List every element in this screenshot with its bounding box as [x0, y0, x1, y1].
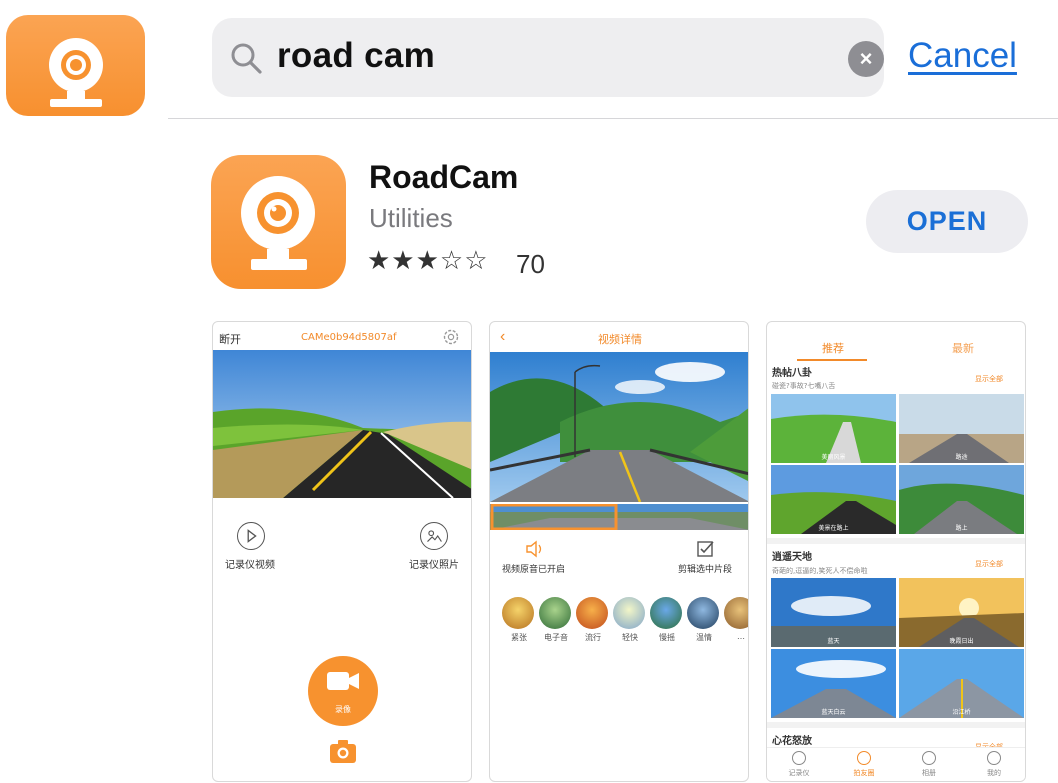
- section-title: 心花怒放: [772, 736, 812, 747]
- nav-label: 相册: [922, 769, 936, 777]
- nav-item-community[interactable]: 拍友圈: [844, 751, 884, 778]
- music-filter-list: 紧张 电子音 流行 轻快 慢摇 温情 …: [502, 597, 748, 647]
- connection-status: 断开: [219, 333, 241, 346]
- nav-item-album[interactable]: 相册: [909, 751, 949, 778]
- dashcam-video-button[interactable]: [237, 522, 265, 550]
- filter-item[interactable]: 轻快: [613, 597, 647, 647]
- tab-indicator: [797, 359, 867, 361]
- section-divider: [767, 538, 1025, 544]
- video-detail-title: 视频详情: [598, 333, 642, 346]
- section-title: 逍遥天地: [772, 552, 812, 563]
- user-icon: [987, 751, 1001, 765]
- record-label: 录像: [335, 705, 351, 714]
- device-id: CAMe0b94d5807af: [301, 332, 397, 343]
- filter-thumbnail: [613, 597, 645, 629]
- filter-thumbnail: [650, 597, 682, 629]
- nav-label: 记录仪: [788, 769, 810, 777]
- filter-item[interactable]: 温情: [687, 597, 721, 647]
- filter-thumbnail: [724, 597, 748, 629]
- dashcam-icon: [792, 751, 806, 765]
- filter-label: …: [737, 632, 745, 641]
- app-name[interactable]: RoadCam: [369, 159, 518, 196]
- timeline-strip[interactable]: [490, 504, 749, 530]
- post-tile[interactable]: 路上: [899, 465, 1024, 534]
- section-subtitle: 碰瓷?事故?七嘴八舌: [772, 382, 836, 390]
- checkbox-icon[interactable]: [694, 538, 716, 560]
- post-tile[interactable]: 美景在路上: [771, 465, 896, 534]
- image-icon: [427, 530, 442, 542]
- post-tile-label: 蓝天: [827, 638, 840, 645]
- filter-item[interactable]: 电子音: [539, 597, 573, 647]
- app-screenshot-1[interactable]: 断开 CAMe0b94d5807af 记录仪视频 记录仪照片 录像: [212, 321, 472, 782]
- camera-icon[interactable]: [329, 738, 357, 764]
- filter-item[interactable]: 流行: [576, 597, 610, 647]
- post-tile[interactable]: 美丽风景: [771, 394, 896, 463]
- app-category: Utilities: [369, 203, 453, 233]
- road-landscape-image: [213, 350, 471, 498]
- audio-status-label: 视频原音已开启: [502, 565, 566, 575]
- section-divider: [767, 722, 1025, 728]
- clip-selected-label: 剪辑选中片段: [678, 565, 733, 575]
- tab-latest[interactable]: 最新: [952, 340, 974, 356]
- webcam-icon: [241, 176, 315, 270]
- album-icon: [922, 751, 936, 765]
- post-tile-label: 美丽风景: [821, 454, 846, 461]
- search-icon: [231, 43, 262, 74]
- post-tile-label: 路上: [955, 525, 968, 532]
- post-tile[interactable]: 路途: [899, 394, 1024, 463]
- speaker-icon[interactable]: [523, 538, 545, 560]
- filter-thumbnail: [539, 597, 571, 629]
- filter-thumbnail: [502, 597, 534, 629]
- app-screenshot-3[interactable]: 推荐 最新 热帖八卦 碰瓷?事故?七嘴八舌 显示全部 美丽风景 路途 美景在路上: [766, 321, 1026, 782]
- post-tile-label: 路途: [955, 454, 968, 461]
- close-icon: ×: [859, 46, 873, 71]
- post-tile-label: 美景在路上: [818, 525, 849, 532]
- search-field[interactable]: road cam ×: [212, 18, 884, 97]
- search-query-text[interactable]: road cam: [277, 36, 435, 76]
- post-tile[interactable]: 晚霞日出: [899, 578, 1024, 647]
- clear-search-button[interactable]: ×: [848, 41, 884, 77]
- gear-icon: [443, 329, 459, 345]
- roadcam-app-icon[interactable]: [211, 155, 346, 289]
- roadcam-corner-app-icon: [6, 15, 145, 116]
- record-button[interactable]: 录像: [308, 656, 378, 726]
- dashcam-photo-label: 记录仪照片: [409, 560, 459, 571]
- post-tile-label: 沿江桥: [952, 709, 971, 716]
- post-tile[interactable]: 蓝天: [771, 578, 896, 647]
- open-button[interactable]: OPEN: [866, 190, 1028, 253]
- webcam-icon: [49, 38, 103, 107]
- mountain-road-image: [490, 352, 748, 502]
- dashcam-photo-button[interactable]: [420, 522, 448, 550]
- header-divider: [168, 118, 1058, 119]
- nav-label: 我的: [987, 769, 1001, 777]
- show-all-link[interactable]: 显示全部: [975, 374, 1003, 384]
- cancel-button[interactable]: Cancel: [908, 36, 1017, 76]
- post-tile[interactable]: 蓝天白云: [771, 649, 896, 718]
- nav-item-me[interactable]: 我的: [974, 751, 1014, 778]
- post-tile-label: 蓝天白云: [821, 709, 846, 716]
- filter-thumbnail: [687, 597, 719, 629]
- rating-count: 70: [516, 249, 545, 279]
- bottom-nav: 记录仪 拍友圈 相册 我的: [767, 747, 1025, 781]
- play-icon: [247, 529, 257, 543]
- video-camera-icon: [327, 672, 359, 690]
- filter-item[interactable]: …: [724, 597, 748, 647]
- post-tile-label: 晚霞日出: [949, 638, 974, 645]
- section-subtitle: 奇葩的,逗逼的,笑死人不偿命啦: [772, 567, 868, 575]
- nav-label: 拍友圈: [853, 769, 875, 777]
- community-icon: [857, 751, 871, 765]
- filter-thumbnail: [576, 597, 608, 629]
- show-all-link[interactable]: 显示全部: [975, 559, 1003, 569]
- app-screenshot-2[interactable]: ‹ 视频详情 视频原音已开启 剪辑选中片段 紧张 电子音 流行 轻快 慢摇 温情…: [489, 321, 749, 782]
- dashcam-video-label: 记录仪视频: [225, 560, 275, 571]
- tab-recommended[interactable]: 推荐: [822, 340, 844, 356]
- filter-item[interactable]: 紧张: [502, 597, 536, 647]
- section-title: 热帖八卦: [772, 368, 812, 379]
- rating-stars: ★★★☆☆: [367, 246, 489, 276]
- post-tile[interactable]: 沿江桥: [899, 649, 1024, 718]
- nav-item-dashcam[interactable]: 记录仪: [779, 751, 819, 778]
- filter-item[interactable]: 慢摇: [650, 597, 684, 647]
